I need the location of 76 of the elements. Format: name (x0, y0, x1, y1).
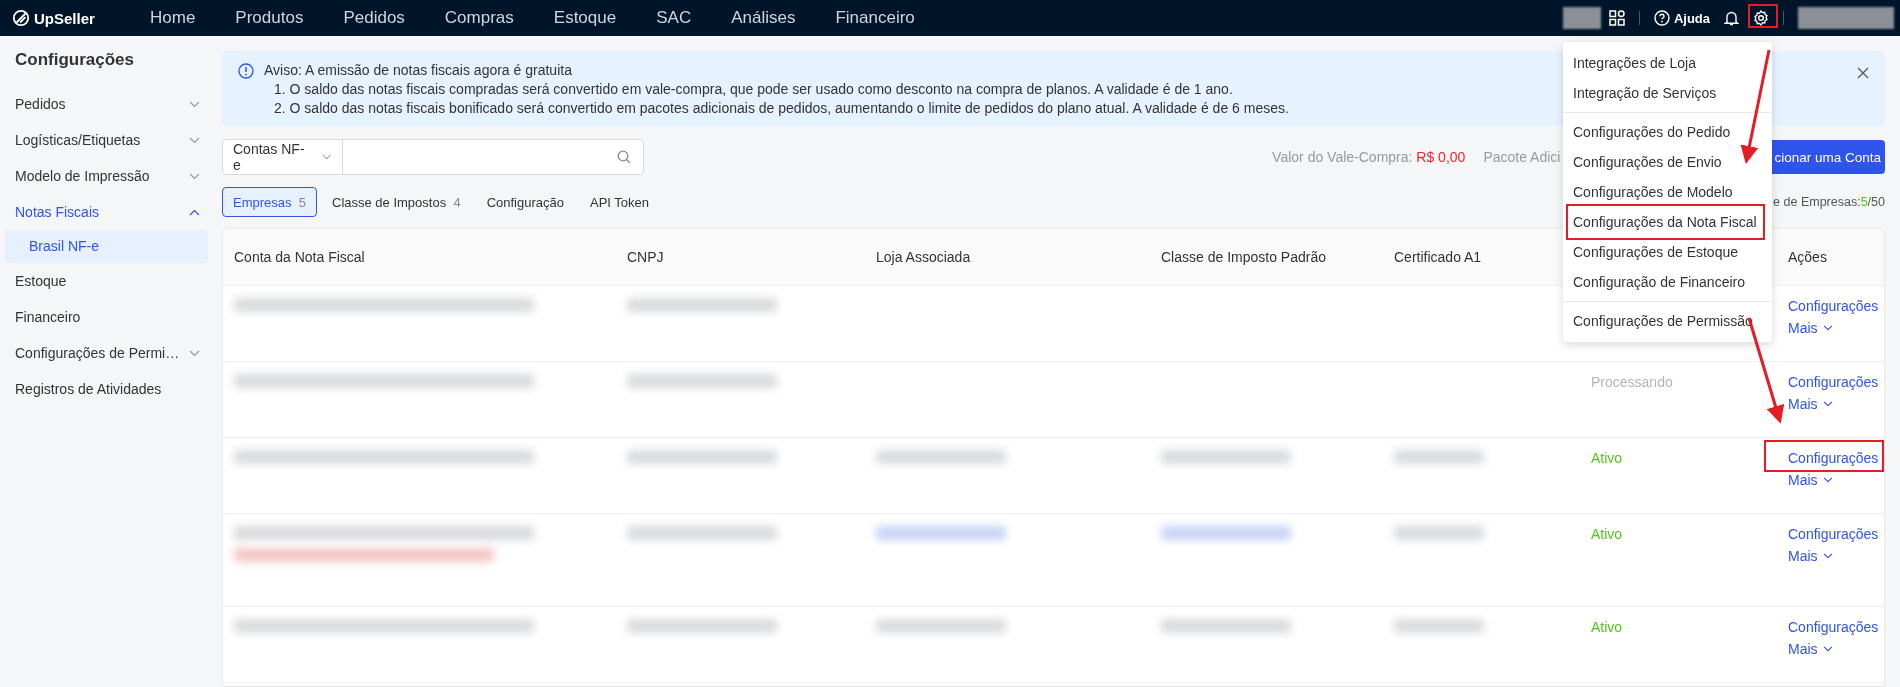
sidebar-item[interactable]: Registros de Atividades (0, 371, 220, 407)
logo[interactable]: UpSeller (12, 9, 130, 27)
menu-item[interactable]: Integração de Serviços (1573, 78, 1717, 108)
more-dropdown[interactable]: Mais (1788, 641, 1833, 657)
menu-item[interactable]: Configurações de Envio (1573, 147, 1722, 177)
notice-text: 2. O saldo das notas fiscais bonificado será convertido em pacotes adicionais de pedidos, aumentando o limite de pedidos do plano atual. A validade é de 6 meses. (273, 99, 1289, 118)
more-dropdown[interactable]: Mais (1788, 320, 1833, 336)
tab[interactable]: Classe de Impostos 4 (321, 187, 472, 217)
logo-text: UpSeller (34, 9, 95, 27)
settings-link[interactable]: Configurações (1788, 619, 1879, 635)
chevron-down-icon (1822, 401, 1833, 407)
highlight-box (1748, 4, 1778, 28)
chevron-down-icon (1822, 553, 1833, 559)
notice-text: 1. O saldo das notas fiscais compradas será convertido em vale-compra, que pode ser usado como desconto na compra de planos. A validade é de 1 ano. (273, 80, 1233, 99)
nav-link[interactable]: Home (130, 8, 216, 28)
nav-link[interactable]: Pedidos (323, 8, 425, 28)
sidebar-item[interactable]: Notas Fiscais (0, 194, 220, 230)
help-icon (1653, 10, 1670, 26)
chevron-down-icon (1822, 646, 1833, 652)
apps-icon[interactable] (1608, 10, 1625, 26)
more-dropdown[interactable]: Mais (1788, 472, 1833, 488)
logo-icon (12, 9, 30, 27)
voucher-value-text: Valor do Vale-Compra: R$ 0,00 (1272, 149, 1466, 165)
nav-link[interactable]: SAC (636, 8, 712, 28)
settings-link[interactable]: Configurações (1788, 450, 1879, 466)
info-icon (238, 63, 254, 79)
settings-link[interactable]: Configurações (1788, 298, 1879, 314)
status-text: Ativo (1591, 526, 1623, 542)
tab[interactable]: API Token (578, 187, 660, 217)
more-dropdown[interactable]: Mais (1788, 548, 1833, 564)
sidebar-item[interactable]: Pedidos (0, 86, 220, 122)
nav-link[interactable]: Estoque (533, 8, 637, 28)
company-quota-text: e de Empresas:5/50 (1773, 195, 1885, 209)
column-header: CNPJ (626, 249, 665, 265)
column-header: Conta da Nota Fiscal (233, 249, 366, 265)
menu-item[interactable]: Configurações da Nota Fiscal (1573, 207, 1757, 237)
status-text: Ativo (1591, 450, 1623, 466)
bell-icon[interactable] (1724, 10, 1739, 26)
settings-icon[interactable] (1753, 10, 1769, 26)
column-header: Ações (1787, 249, 1828, 265)
column-header: Classe de Imposto Padrão (1160, 249, 1327, 265)
sidebar-item[interactable]: Configurações de Permi… (0, 335, 220, 371)
menu-item[interactable]: Configurações de Estoque (1573, 237, 1738, 267)
chevron-down-icon (1822, 325, 1833, 331)
close-icon[interactable] (1857, 67, 1869, 79)
menu-item[interactable]: Integrações de Loja (1573, 48, 1696, 78)
sidebar-subitem[interactable]: Brasil NF-e (5, 230, 208, 263)
nav-link[interactable]: Financeiro (815, 8, 935, 28)
package-text: Pacote Adici (1483, 149, 1561, 165)
status-text: Ativo (1591, 619, 1623, 635)
blurred-block (1562, 7, 1601, 29)
more-dropdown[interactable]: Mais (1788, 396, 1833, 412)
help-link[interactable]: Ajuda (1653, 10, 1710, 26)
menu-item[interactable]: Configurações de Modelo (1573, 177, 1733, 207)
tab[interactable]: Configuração (475, 187, 575, 217)
nav-link[interactable]: Produtos (215, 8, 324, 28)
sidebar-item[interactable]: Modelo de Impressão (0, 158, 220, 194)
chevron-down-icon (1822, 477, 1833, 483)
menu-item[interactable]: Configuração de Financeiro (1573, 267, 1745, 297)
sidebar-title: Configurações (15, 50, 136, 70)
notice-title: Aviso: A emissão de notas fiscais agora é gratuita (264, 61, 572, 80)
menu-item[interactable]: Configurações do Pedido (1573, 117, 1731, 147)
search-field[interactable]: Contas NF-e (222, 139, 644, 175)
sidebar-item[interactable]: Financeiro (0, 299, 220, 335)
sidebar-item[interactable]: Logísticas/Etiquetas (0, 122, 220, 158)
account-type-select[interactable]: Contas NF-e (223, 140, 343, 174)
tab[interactable]: Empresas 5 (222, 187, 317, 217)
nav-link[interactable]: Compras (424, 8, 534, 28)
nav-link[interactable]: Análises (711, 8, 816, 28)
settings-link[interactable]: Configurações (1788, 374, 1879, 390)
sidebar-item[interactable]: Estoque (0, 263, 220, 299)
status-text: Processando (1591, 374, 1673, 390)
chevron-down-icon (322, 154, 332, 160)
column-header: Loja Associada (875, 249, 972, 265)
settings-link[interactable]: Configurações (1788, 526, 1879, 542)
search-icon[interactable] (617, 150, 631, 164)
